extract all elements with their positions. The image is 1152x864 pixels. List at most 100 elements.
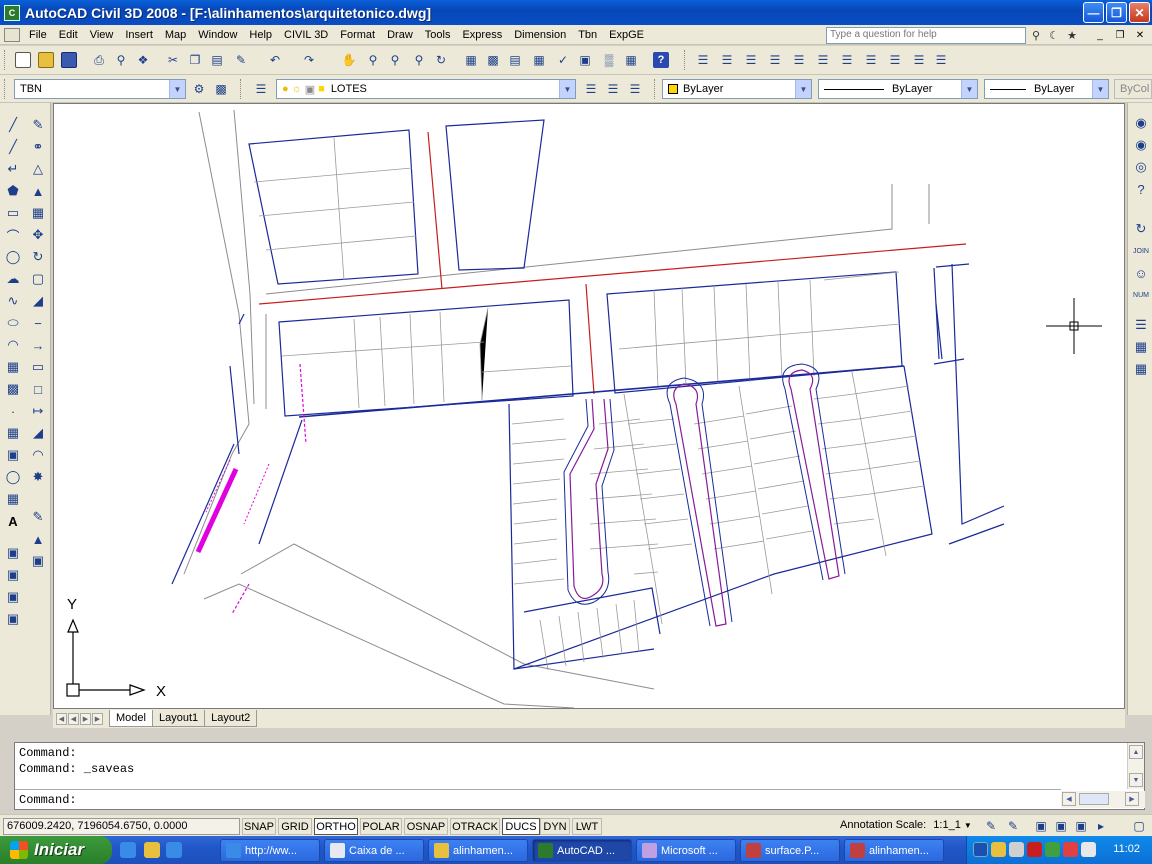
polygon-icon[interactable]: ⬟: [3, 181, 23, 201]
hatch-icon[interactable]: ▦: [3, 423, 23, 443]
cone-icon[interactable]: ▲: [28, 529, 48, 549]
taskbar-item-ie[interactable]: http://ww...: [220, 839, 320, 862]
make-block-icon[interactable]: ▩: [3, 379, 23, 399]
otrack-toggle[interactable]: OTRACK: [450, 818, 500, 835]
layer-tool-icon-3[interactable]: ▣: [3, 587, 23, 607]
annotation-scale-value[interactable]: 1:1_1: [933, 819, 961, 831]
tray-icon-3[interactable]: [1045, 842, 1060, 857]
help-search-input[interactable]: Type a question for help: [826, 27, 1026, 44]
snap-toggle[interactable]: SNAP: [242, 818, 276, 835]
toolbar-grip[interactable]: [684, 50, 687, 70]
menu-format[interactable]: Format: [334, 29, 381, 41]
calculator-icon[interactable]: ▦: [1131, 359, 1151, 379]
globe-icon-2[interactable]: ◉: [1131, 135, 1151, 155]
sheet-set-icon[interactable]: ▦: [528, 49, 550, 71]
scroll-down-icon[interactable]: ▼: [1129, 773, 1143, 787]
copy-object-icon[interactable]: ⚭: [28, 137, 48, 157]
favorites-star-icon[interactable]: ★: [1064, 27, 1080, 43]
plotstyle-dropdown[interactable]: ByCol: [1114, 79, 1152, 99]
menu-tools[interactable]: Tools: [419, 29, 457, 41]
civil-surface-icon-5[interactable]: ☰: [788, 49, 810, 71]
insert-block-icon[interactable]: ▦: [3, 357, 23, 377]
zoom-previous-icon[interactable]: ⚲: [408, 49, 430, 71]
civil-surface-icon-3[interactable]: ☰: [740, 49, 762, 71]
zoom-window-icon[interactable]: ⚲: [384, 49, 406, 71]
civil-surface-icon-6[interactable]: ☰: [812, 49, 834, 71]
volume-icon[interactable]: [1081, 842, 1096, 857]
scroll-left-icon[interactable]: ◀: [1062, 792, 1076, 806]
civil-surface-icon-7[interactable]: ☰: [836, 49, 858, 71]
close-button[interactable]: ✕: [1129, 2, 1150, 23]
plot-preview-icon[interactable]: ⚲: [110, 49, 132, 71]
menu-file[interactable]: File: [23, 29, 53, 41]
workspace-save-icon[interactable]: ▩: [210, 78, 232, 100]
make-object-layer-current-icon[interactable]: ☰: [580, 78, 602, 100]
taskbar-item-surface[interactable]: surface.P...: [740, 839, 840, 862]
workspace-settings-icon[interactable]: ⚙: [188, 78, 210, 100]
civil-surface-icon-1[interactable]: ☰: [692, 49, 714, 71]
menu-edit[interactable]: Edit: [53, 29, 84, 41]
cube-icon[interactable]: ▣: [1030, 815, 1052, 837]
toolbar-grip[interactable]: [4, 79, 7, 99]
civil-surface-icon-9[interactable]: ☰: [884, 49, 906, 71]
mirror-icon[interactable]: △: [28, 159, 48, 179]
design-center-icon[interactable]: ▩: [482, 49, 504, 71]
menu-civil3d[interactable]: CIVIL 3D: [278, 29, 334, 41]
break-icon[interactable]: □: [28, 379, 48, 399]
layer-dropdown[interactable]: ● ☼ ▣ ■ LOTES ▼: [276, 79, 576, 99]
ie-quicklaunch-icon-2[interactable]: [166, 842, 182, 858]
scale-icon[interactable]: ▢: [28, 269, 48, 289]
start-button[interactable]: Iniciar: [0, 836, 112, 864]
toolbar-grip[interactable]: [4, 50, 7, 70]
calculator-icon[interactable]: ▦: [620, 49, 642, 71]
lock-icon[interactable]: ▣: [1050, 815, 1072, 837]
rotate-icon[interactable]: ↻: [28, 247, 48, 267]
arc-icon[interactable]: ⌒: [3, 225, 23, 245]
lineweight-dropdown[interactable]: ByLayer ▼: [984, 79, 1109, 99]
civil-surface-icon-11[interactable]: ☰: [930, 49, 952, 71]
menu-expge[interactable]: ExpGE: [603, 29, 650, 41]
paste-icon[interactable]: ▤: [206, 49, 228, 71]
last-tab-icon[interactable]: ▶: [92, 712, 103, 725]
explode-icon[interactable]: ✸: [28, 467, 48, 487]
command-hscrollbar[interactable]: ◀ ▶: [1061, 791, 1145, 808]
gradient-icon[interactable]: ▣: [3, 445, 23, 465]
publish-icon[interactable]: ❖: [132, 49, 154, 71]
refresh-icon[interactable]: ↻: [1131, 219, 1151, 239]
open-folder-icon[interactable]: [35, 49, 57, 71]
minimize-button[interactable]: —: [1083, 2, 1104, 23]
revision-cloud-icon[interactable]: ☁: [3, 269, 23, 289]
match-properties-icon[interactable]: ✎: [230, 49, 252, 71]
offset-icon[interactable]: ▲: [28, 181, 48, 201]
first-tab-icon[interactable]: ◀: [56, 712, 67, 725]
search-icon[interactable]: ⚲: [1028, 27, 1044, 43]
tab-layout1[interactable]: Layout1: [151, 710, 206, 727]
copy-icon[interactable]: ❐: [184, 49, 206, 71]
auto-scale-icon[interactable]: ✎: [1002, 815, 1024, 837]
coordinate-readout[interactable]: 676009.2420, 7196054.6750, 0.0000: [3, 818, 240, 835]
fillet-icon[interactable]: ◠: [28, 445, 48, 465]
command-prompt[interactable]: Command:: [19, 793, 77, 807]
layer-map-icon[interactable]: ▒: [598, 49, 620, 71]
next-tab-icon[interactable]: ▶: [80, 712, 91, 725]
doc-minimize-button[interactable]: _: [1092, 28, 1108, 42]
markup-icon[interactable]: ✓: [552, 49, 574, 71]
join-icon[interactable]: JOIN: [1131, 241, 1151, 261]
document-icon[interactable]: [4, 27, 20, 42]
move-icon[interactable]: ✥: [28, 225, 48, 245]
plot-icon[interactable]: ⎙: [88, 49, 110, 71]
taskbar-item-alinhamentos[interactable]: alinhamen...: [844, 839, 944, 862]
taskbar-item-inbox[interactable]: Caixa de ...: [324, 839, 424, 862]
menu-help[interactable]: Help: [243, 29, 278, 41]
scroll-thumb[interactable]: [1079, 793, 1109, 805]
globe-icon[interactable]: ◉: [1131, 113, 1151, 133]
ellipse-icon[interactable]: ⬭: [3, 313, 23, 333]
line-icon[interactable]: ╱: [3, 115, 23, 135]
dyn-toggle[interactable]: DYN: [540, 818, 570, 835]
menu-draw[interactable]: Draw: [381, 29, 419, 41]
text-style-icon[interactable]: ✎: [28, 507, 48, 527]
people-icon[interactable]: ☺: [1131, 263, 1151, 283]
toolbar-grip[interactable]: [654, 79, 657, 99]
undo-icon[interactable]: ↶: [264, 49, 286, 71]
zoom-realtime-icon[interactable]: ⚲: [362, 49, 384, 71]
